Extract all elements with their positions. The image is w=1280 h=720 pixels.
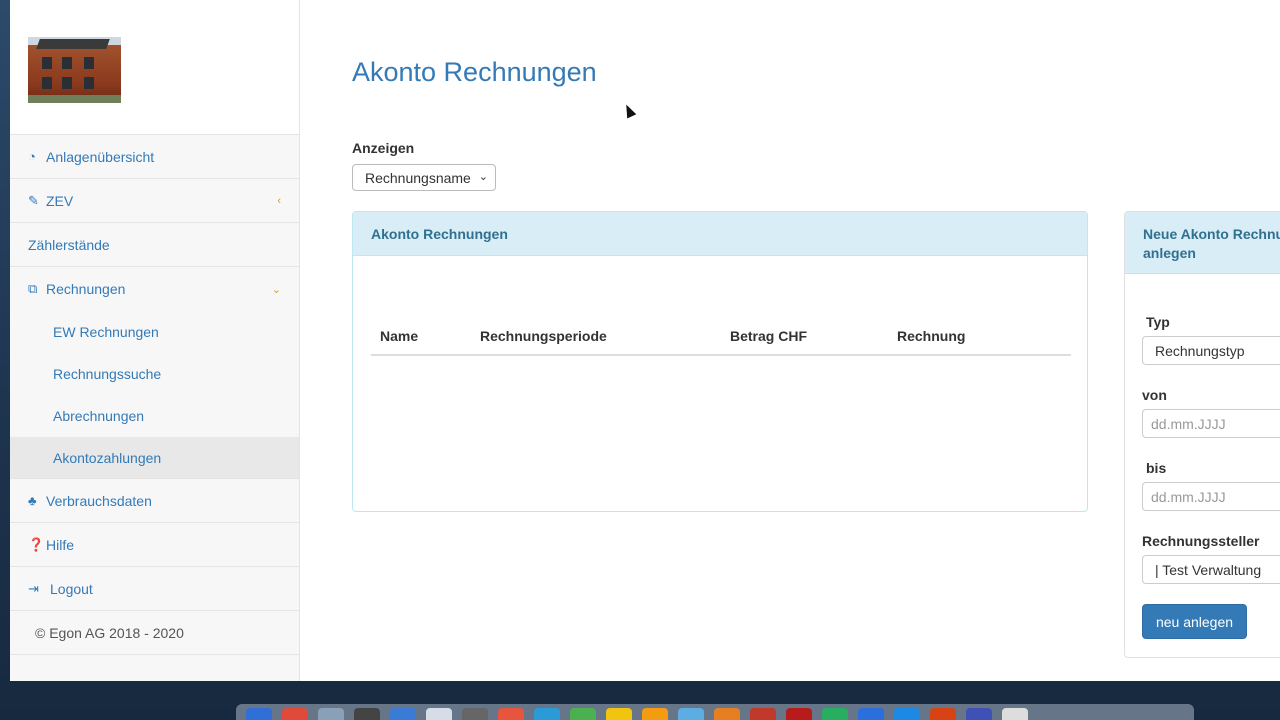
copy-icon: ⧉ [28, 281, 38, 296]
column-header-name[interactable]: Name [380, 328, 418, 344]
macos-dock [236, 704, 1194, 720]
sidebar-item-label: ZEV [46, 192, 74, 209]
filter-label: Anzeigen [352, 140, 415, 156]
new-invoice-heading-line2: anlegen [1143, 245, 1196, 261]
sidebar-subitem-rechnungssuche[interactable]: Rechnungssuche [10, 353, 299, 395]
sidebar-subitem-ew-rechnungen[interactable]: EW Rechnungen [10, 311, 299, 353]
invoices-panel-heading: Akonto Rechnungen [353, 212, 1087, 256]
notes-icon[interactable] [426, 708, 452, 720]
sidebar-item-label: Zählerstände [28, 236, 110, 253]
type-select-value: Rechnungstyp [1155, 342, 1245, 359]
excel-icon[interactable] [822, 708, 848, 720]
word-icon[interactable] [858, 708, 884, 720]
sidebar-subitem-label: Rechnungssuche [53, 366, 162, 382]
books-icon[interactable] [714, 708, 740, 720]
calendar-icon[interactable] [282, 708, 308, 720]
building-logo[interactable] [28, 37, 121, 103]
powerpoint-icon[interactable] [930, 708, 956, 720]
chevron-down-icon: ⌄ [478, 171, 488, 183]
sidebar-item-verbrauchsdaten[interactable]: ♣ Verbrauchsdaten [10, 479, 299, 523]
issuer-select[interactable]: | Test Verwaltung [1142, 555, 1280, 584]
sidebar-item-hilfe[interactable]: ❓ Hilfe [10, 523, 299, 567]
type-label: Typ [1146, 314, 1170, 330]
preview-icon[interactable] [318, 708, 344, 720]
from-date-field[interactable]: dd.mm.JJJJ [1142, 409, 1280, 438]
filter-select-value: Rechnungsname [365, 169, 471, 186]
sidebar-item-label: Anlagenübersicht [46, 148, 155, 165]
sidebar: ◔ Anlagenübersicht ✎ ZEV ‹ Zählerstände … [10, 0, 300, 681]
maps-icon[interactable] [570, 708, 596, 720]
sidebar-item-label: Logout [50, 580, 93, 597]
camera-icon[interactable] [462, 708, 488, 720]
issuer-select-value: | Test Verwaltung [1155, 561, 1262, 578]
pdf-icon[interactable] [750, 708, 776, 720]
column-header-invoice[interactable]: Rechnung [897, 328, 965, 344]
filter-select[interactable]: Rechnungsname ⌄ [352, 164, 496, 191]
system-icon[interactable] [354, 708, 380, 720]
to-date-placeholder: dd.mm.JJJJ [1151, 488, 1226, 505]
new-invoice-panel: Neue Akonto Rechnu anlegen Typ Rechnungs… [1124, 211, 1280, 658]
sidebar-item-rechnungen[interactable]: ⧉ Rechnungen ⌄ [10, 267, 299, 311]
safari-icon[interactable] [534, 708, 560, 720]
dashboard-icon: ◔ [28, 149, 36, 164]
skype-icon[interactable] [894, 708, 920, 720]
invoices-table: Name Rechnungsperiode Betrag CHF Rechnun… [371, 320, 1071, 356]
type-select[interactable]: Rechnungstyp [1142, 336, 1280, 365]
column-header-period[interactable]: Rechnungsperiode [480, 328, 607, 344]
to-label: bis [1146, 460, 1167, 476]
new-invoice-panel-heading: Neue Akonto Rechnu anlegen [1125, 212, 1280, 274]
sidebar-item-zaehlerstaende[interactable]: Zählerstände [10, 223, 299, 267]
main-content: Akonto Rechnungen Anzeigen Rechnungsname… [300, 0, 1280, 681]
sidebar-item-label: Rechnungen [46, 281, 126, 297]
trash-icon[interactable] [1002, 708, 1028, 720]
photos-icon[interactable] [606, 708, 632, 720]
browser-icon[interactable] [498, 708, 524, 720]
issuer-label: Rechnungssteller [1142, 533, 1260, 549]
sidebar-item-anlagenuebersicht[interactable]: ◔ Anlagenübersicht [10, 135, 299, 179]
sidebar-subitem-label: EW Rechnungen [53, 324, 159, 340]
chevron-left-icon: ‹ [277, 194, 281, 207]
contacts-icon[interactable] [642, 708, 668, 720]
finder-icon[interactable] [246, 708, 272, 720]
sidebar-item-label: Verbrauchsdaten [46, 492, 152, 509]
from-label: von [1142, 387, 1167, 403]
mail-icon[interactable] [678, 708, 704, 720]
sitemap-icon: ♣ [28, 493, 37, 508]
to-date-field[interactable]: dd.mm.JJJJ [1142, 482, 1280, 511]
sidebar-subitem-label: Abrechnungen [53, 408, 145, 424]
sidebar-item-zev[interactable]: ✎ ZEV ‹ [10, 179, 299, 223]
wrench-icon: ✎ [28, 192, 39, 208]
from-date-placeholder: dd.mm.JJJJ [1151, 415, 1226, 432]
sidebar-item-label: Hilfe [46, 536, 75, 553]
logo-area [10, 0, 299, 135]
sign-out-icon: ⇥ [28, 580, 39, 596]
sidebar-subitem-label: Akontozahlungen [53, 449, 162, 466]
chevron-down-icon: ⌄ [271, 283, 281, 296]
sidebar-subitem-abrechnungen[interactable]: Abrechnungen [10, 395, 299, 437]
question-circle-icon: ❓ [28, 536, 45, 552]
copyright: © Egon AG 2018 - 2020 [10, 611, 299, 655]
new-invoice-heading-line1: Neue Akonto Rechnu [1143, 226, 1280, 242]
page-title: Akonto Rechnungen [352, 57, 597, 87]
create-invoice-button[interactable]: neu anlegen [1142, 604, 1247, 639]
app-store-icon[interactable] [390, 708, 416, 720]
sidebar-item-logout[interactable]: ⇥ Logout [10, 567, 299, 611]
column-header-amount[interactable]: Betrag CHF [730, 328, 807, 344]
zoom-icon[interactable] [966, 708, 992, 720]
filezilla-icon[interactable] [786, 708, 812, 720]
browser-window: ◔ Anlagenübersicht ✎ ZEV ‹ Zählerstände … [10, 0, 1280, 681]
invoices-panel: Akonto Rechnungen Name Rechnungsperiode … [352, 211, 1088, 512]
sidebar-subitem-akontozahlungen[interactable]: Akontozahlungen [10, 437, 299, 479]
